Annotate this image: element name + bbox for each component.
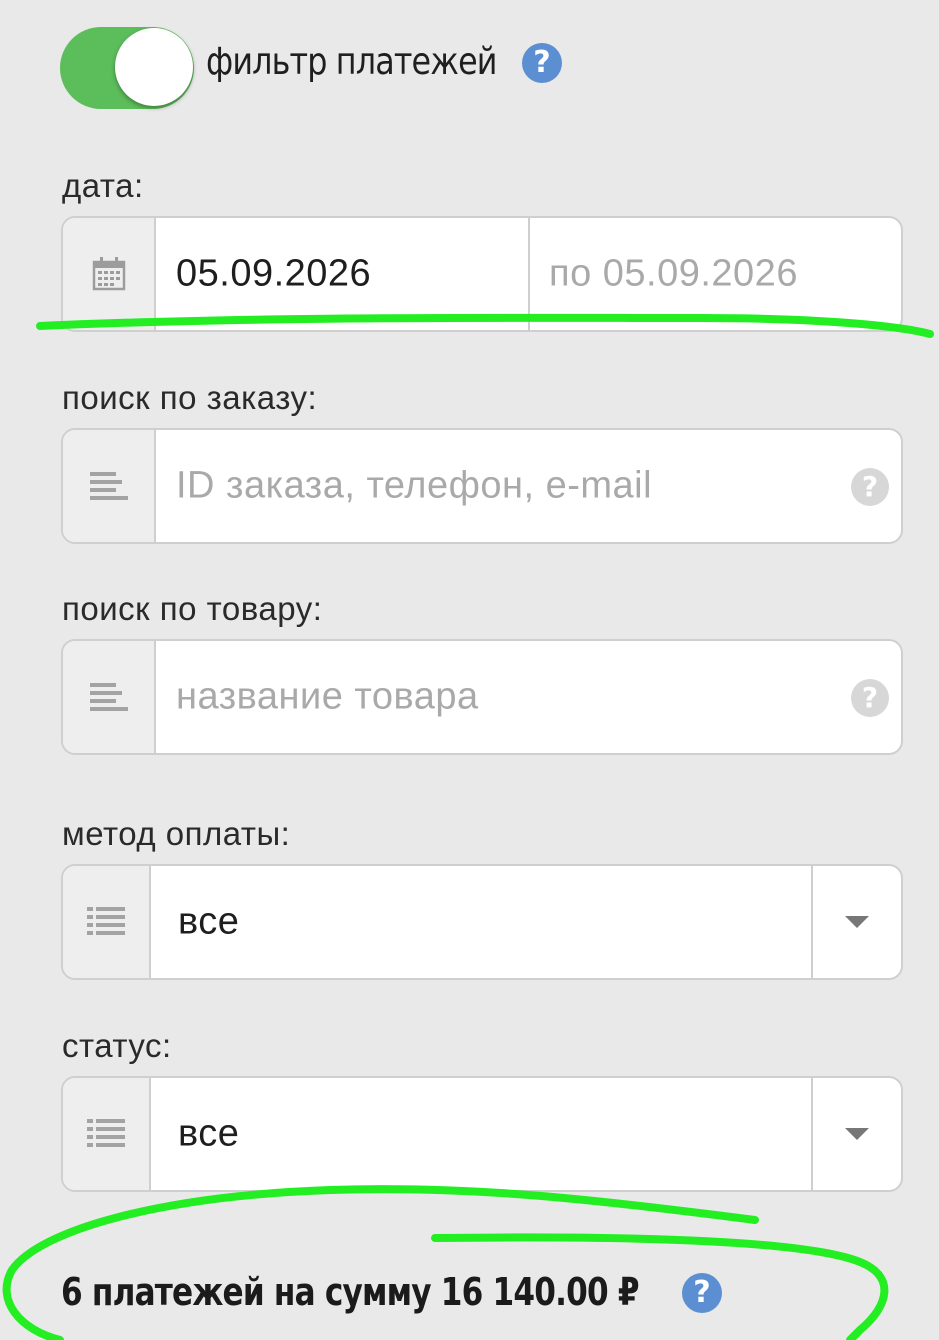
product-search-addon (63, 641, 156, 753)
text-lines-icon (89, 683, 128, 711)
order-search-field: ID заказа, телефон, e-mail ? (61, 428, 903, 544)
product-search-field: название товара ? (61, 639, 903, 755)
payment-filter-toggle[interactable] (60, 27, 194, 109)
status-dropdown-button[interactable] (811, 1078, 901, 1190)
payment-method-value: все (178, 900, 240, 943)
payment-method-value-area: все (151, 866, 811, 978)
payments-summary: 6 платежей на сумму 16 140.00 ₽ (61, 1270, 640, 1314)
date-to-placeholder: по 05.09.2026 (549, 252, 798, 295)
product-search-placeholder: название товара (176, 675, 479, 718)
product-search-input[interactable]: название товара (156, 641, 901, 753)
chevron-down-icon (845, 1128, 869, 1140)
order-search-placeholder: ID заказа, телефон, e-mail (176, 464, 653, 507)
product-search-help-icon[interactable]: ? (851, 679, 889, 717)
date-range-field: 05.09.2026 по 05.09.2026 (61, 216, 903, 332)
date-addon[interactable] (63, 218, 156, 330)
payment-filter-label: фильтр платежей (206, 40, 497, 83)
list-icon (87, 1119, 125, 1147)
status-value: все (178, 1112, 240, 1155)
date-to-input[interactable]: по 05.09.2026 (530, 218, 901, 330)
summary-help-icon[interactable]: ? (682, 1273, 722, 1313)
order-search-label: поиск по заказу: (62, 379, 318, 416)
status-label: статус: (62, 1027, 172, 1064)
toggle-knob (115, 28, 193, 106)
date-label: дата: (62, 167, 144, 204)
order-search-addon (63, 430, 156, 542)
order-search-help-icon[interactable]: ? (851, 468, 889, 506)
status-select[interactable]: все (61, 1076, 903, 1192)
text-lines-icon (89, 472, 128, 500)
product-search-label: поиск по товару: (62, 590, 323, 627)
date-from-input[interactable]: 05.09.2026 (156, 218, 530, 330)
date-from-value: 05.09.2026 (176, 252, 372, 295)
payment-method-dropdown-button[interactable] (811, 866, 901, 978)
status-value-area: все (151, 1078, 811, 1190)
calendar-icon (92, 257, 125, 291)
payment-method-label: метод оплаты: (62, 815, 291, 852)
payment-method-addon (63, 866, 151, 978)
payment-method-select[interactable]: все (61, 864, 903, 980)
order-search-input[interactable]: ID заказа, телефон, e-mail (156, 430, 901, 542)
chevron-down-icon (845, 916, 869, 928)
list-icon (87, 907, 125, 935)
status-addon (63, 1078, 151, 1190)
filter-help-icon[interactable]: ? (522, 43, 562, 83)
